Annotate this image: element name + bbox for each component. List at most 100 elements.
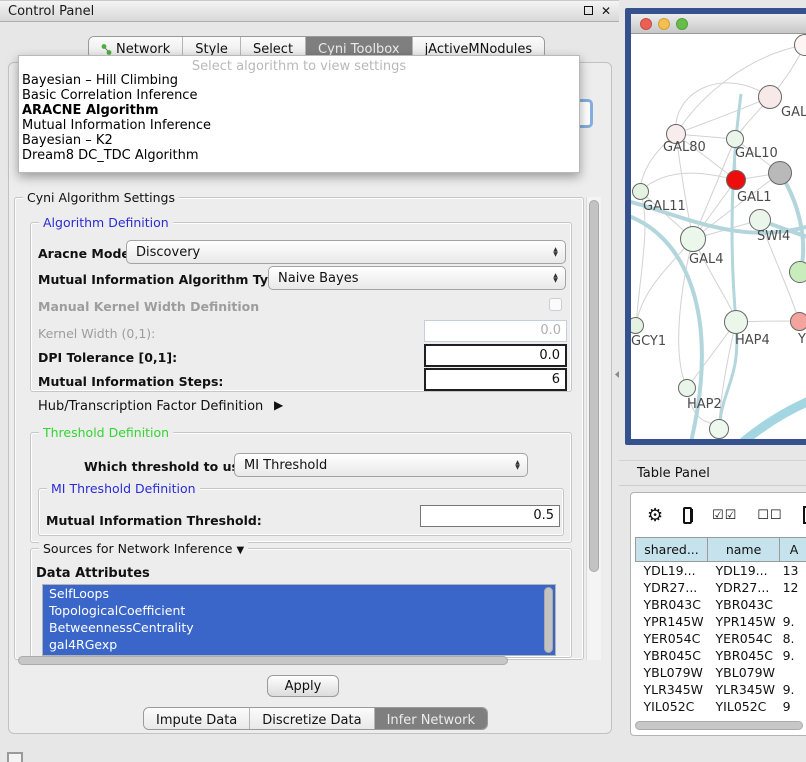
minimize-traffic-light[interactable] <box>658 18 670 30</box>
cell-shared[interactable]: YDR27... <box>636 579 708 596</box>
dpi-tolerance-field[interactable]: 0.0 <box>424 344 567 367</box>
hub-expand-arrow-icon[interactable]: ▶ <box>274 398 283 412</box>
dropdown-item[interactable]: Dream8 DC_TDC Algorithm <box>19 148 579 163</box>
dropdown-item[interactable]: Bayesian – Hill Climbing <box>19 73 579 88</box>
network-node[interactable] <box>678 379 696 397</box>
document-icon[interactable] <box>803 506 806 524</box>
cell-shared[interactable]: YBR045C <box>636 647 708 664</box>
network-node[interactable] <box>680 226 706 252</box>
cell-name[interactable]: YER054C <box>708 630 780 647</box>
network-node[interactable] <box>724 310 748 334</box>
table-row[interactable]: YBL079WYBL079W <box>636 664 806 681</box>
cell-shared[interactable]: YDL19... <box>636 562 708 579</box>
cell-shared[interactable]: YPR145W <box>636 613 708 630</box>
table-row[interactable]: YPR145WYPR145W9. <box>636 613 806 630</box>
settings-hscroll-thumb[interactable] <box>18 656 508 665</box>
cell-name[interactable]: YBR045C <box>708 647 780 664</box>
settings-vscroll-thumb[interactable] <box>589 200 599 572</box>
cell-name[interactable]: YBR043C <box>708 596 780 613</box>
dock-panel-icon[interactable] <box>7 752 23 762</box>
dropdown-item[interactable]: Bayesian – K2 <box>19 133 579 148</box>
tab-infer-network[interactable]: Infer Network <box>375 708 487 729</box>
table-row[interactable]: YLR345WYLR345W9. <box>636 681 806 698</box>
attribute-item-selected[interactable]: BetweennessCentrality <box>43 619 555 636</box>
manual-kernel-width-checkbox[interactable] <box>549 298 562 311</box>
close-traffic-light[interactable] <box>640 18 652 30</box>
cell-value[interactable] <box>780 664 806 681</box>
deselect-all-checkboxes-icon[interactable]: ☐☐ <box>757 508 782 523</box>
apply-button[interactable]: Apply <box>267 675 339 697</box>
kernel-width-field[interactable]: 0.0 <box>424 320 567 342</box>
cell-value[interactable]: 12 <box>780 579 806 596</box>
cell-value[interactable]: 9. <box>780 681 806 698</box>
network-node[interactable] <box>709 419 729 439</box>
cell-name[interactable]: YDR27... <box>708 579 780 596</box>
sources-collapse-arrow-icon[interactable]: ▼ <box>236 545 244 556</box>
cell-name[interactable]: YIL052C <box>708 698 780 715</box>
zoom-traffic-light[interactable] <box>676 18 688 30</box>
control-panel-title: Control Panel <box>8 4 576 19</box>
dropdown-item-aracne[interactable]: ARACNE Algorithm <box>19 103 579 118</box>
cell-value[interactable]: 9 <box>780 698 806 715</box>
cell-value[interactable]: 13 <box>780 562 806 579</box>
network-window-titlebar[interactable] <box>631 14 806 34</box>
dropdown-item[interactable]: Mutual Information Inference <box>19 118 579 133</box>
cell-name[interactable]: YPR145W <box>708 613 780 630</box>
network-node[interactable] <box>758 85 782 109</box>
column-layout-icon[interactable] <box>683 507 692 524</box>
aracne-mode-value: Discovery <box>136 245 200 260</box>
cell-shared[interactable]: YER054C <box>636 630 708 647</box>
cell-name[interactable]: YBL079W <box>708 664 780 681</box>
table-panel-toolbar: ⚙ ☑☑ ☐☐ <box>631 493 806 537</box>
mi-steps-field[interactable]: 6 <box>424 368 567 391</box>
which-threshold-value: MI Threshold <box>244 458 327 473</box>
close-window-icon[interactable]: ✕ <box>601 5 611 17</box>
mi-threshold-field[interactable]: 0.5 <box>420 505 560 527</box>
column-header-shared[interactable]: shared... <box>636 538 708 562</box>
cell-shared[interactable]: YBL079W <box>636 664 708 681</box>
dpi-tolerance-label: DPI Tolerance [0,1]: <box>38 350 177 365</box>
cell-value[interactable] <box>780 596 806 613</box>
network-node[interactable] <box>789 261 806 283</box>
network-node[interactable] <box>768 161 792 185</box>
cell-shared[interactable]: YIL052C <box>636 698 708 715</box>
cell-value[interactable]: 8. <box>780 630 806 647</box>
cell-shared[interactable]: YBR043C <box>636 596 708 613</box>
column-header-partial[interactable]: A <box>780 538 806 562</box>
attribute-item-selected[interactable]: TopologicalCoefficient <box>43 602 555 619</box>
node-label: HAP4 <box>735 333 770 348</box>
cell-value[interactable]: 9. <box>780 613 806 630</box>
table-row[interactable]: YBR043CYBR043C <box>636 596 806 613</box>
table-row[interactable]: YER054CYER054C8. <box>636 630 806 647</box>
attribute-item-selected[interactable]: gal4RGexp <box>43 636 555 653</box>
attributes-list-scrollbar[interactable] <box>544 587 553 653</box>
network-node[interactable] <box>749 209 771 231</box>
dropdown-item[interactable]: Basic Correlation Inference <box>19 88 579 103</box>
table-row[interactable]: YDR27...YDR27...12 <box>636 579 806 596</box>
network-canvas[interactable]: GAL GAL80 GAL10 GAL1 GAL11 SWI4 GAL4 GCY… <box>631 34 806 439</box>
gear-icon[interactable]: ⚙ <box>647 505 663 526</box>
tab-impute-data[interactable]: Impute Data <box>144 708 250 729</box>
cell-value[interactable]: 9. <box>780 647 806 664</box>
float-window-icon[interactable] <box>584 5 593 17</box>
divider-collapse-handle[interactable] <box>615 371 619 378</box>
settings-vertical-scrollbar[interactable] <box>586 197 601 660</box>
select-all-checkboxes-icon[interactable]: ☑☑ <box>712 508 737 523</box>
network-node[interactable] <box>790 312 806 331</box>
table-hscroll-thumb[interactable] <box>635 721 803 730</box>
mi-algorithm-type-combobox[interactable]: Naive Bayes ▲▼ <box>268 266 566 290</box>
network-node[interactable] <box>726 170 746 190</box>
cell-shared[interactable]: YLR345W <box>636 681 708 698</box>
table-row[interactable]: YIL052CYIL052C9 <box>636 698 806 715</box>
which-threshold-combobox[interactable]: MI Threshold ▲▼ <box>234 453 528 477</box>
tab-discretize-data[interactable]: Discretize Data <box>250 708 374 729</box>
table-row[interactable]: YDL19...YDL19...13 <box>636 562 806 579</box>
mi-threshold-definition-title: MI Threshold Definition <box>47 481 200 496</box>
attribute-item-selected[interactable]: SelfLoops <box>43 585 555 602</box>
cell-name[interactable]: YLR345W <box>708 681 780 698</box>
table-row[interactable]: YBR045CYBR045C9. <box>636 647 806 664</box>
network-node[interactable] <box>632 183 649 200</box>
column-header-name[interactable]: name <box>708 538 780 562</box>
aracne-mode-combobox[interactable]: Discovery ▲▼ <box>126 240 566 264</box>
cell-name[interactable]: YDL19... <box>708 562 780 579</box>
